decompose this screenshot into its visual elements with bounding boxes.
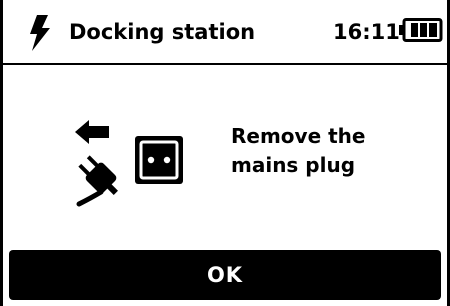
clock-time: 16:11 [333,20,400,44]
lightning-bolt-icon [30,15,50,51]
unplug-mains-icon [75,120,183,207]
device-screen: Docking station 16:11 Remove the mains p… [0,0,450,306]
header-bar: Docking station 16:11 [3,0,447,65]
battery-icon [399,18,443,42]
page-title: Docking station [69,20,256,44]
ok-button-label: OK [206,263,244,287]
ok-button[interactable]: OK [9,250,441,300]
instruction-message: Remove the mains plug [231,124,366,177]
